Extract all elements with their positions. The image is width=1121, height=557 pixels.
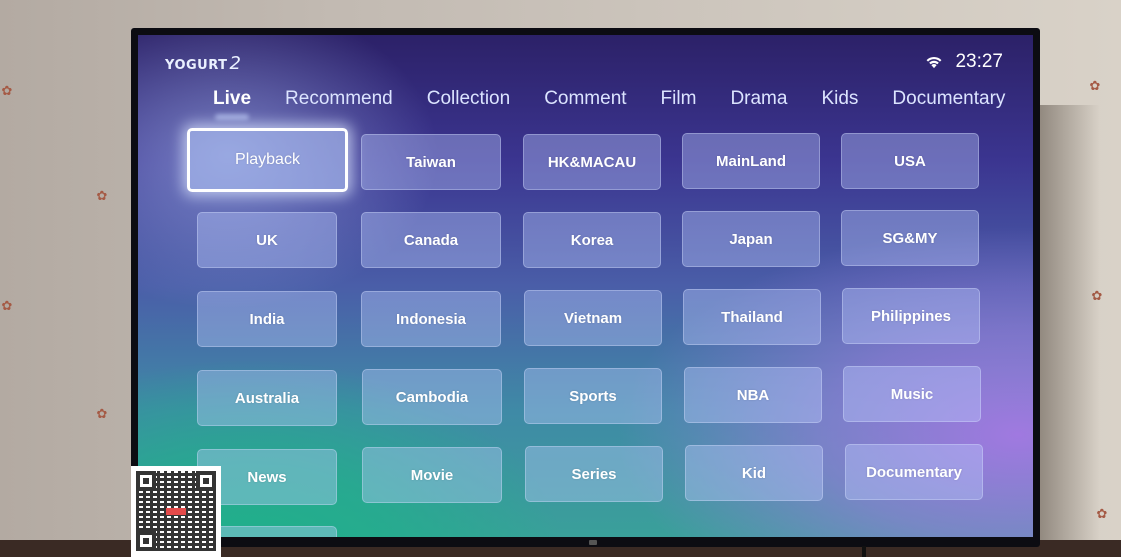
tile-india[interactable]: India <box>197 291 337 347</box>
tab-drama[interactable]: Drama <box>730 88 787 110</box>
tab-collection[interactable]: Collection <box>427 88 510 110</box>
tile-music[interactable]: Music <box>843 366 981 422</box>
logo-number: 2 <box>229 53 242 74</box>
tile-indonesia[interactable]: Indonesia <box>361 291 501 347</box>
wallpaper-motif: ✿ <box>1 83 13 98</box>
app-logo: YOGURT 2 <box>165 53 241 74</box>
tv-stand <box>862 546 866 557</box>
tile-usa[interactable]: USA <box>841 133 979 189</box>
tab-film[interactable]: Film <box>661 88 697 110</box>
tile-vietnam[interactable]: Vietnam <box>524 290 662 346</box>
wallpaper-motif: ✿ <box>1 298 13 313</box>
tv-frame: YOGURT 2 23:27 Live Recommend Collection … <box>131 28 1040 547</box>
tab-comment[interactable]: Comment <box>544 88 626 110</box>
category-tabs: Live Recommend Collection Comment Film D… <box>213 88 1033 110</box>
tile-cambodia[interactable]: Cambodia <box>362 369 502 425</box>
tile-australia[interactable]: Australia <box>197 370 337 426</box>
tile-mainland[interactable]: MainLand <box>682 133 820 189</box>
tile-korea[interactable]: Korea <box>523 212 661 268</box>
tab-kids[interactable]: Kids <box>821 88 858 110</box>
tile-series[interactable]: Series <box>525 446 663 502</box>
tile-documentary[interactable]: Documentary <box>845 444 983 500</box>
tile-taiwan[interactable]: Taiwan <box>361 134 501 190</box>
tab-recommend[interactable]: Recommend <box>285 88 393 110</box>
logo-text: YOGURT <box>165 58 228 73</box>
qr-code-overlay <box>131 466 221 557</box>
tile-japan[interactable]: Japan <box>682 211 820 267</box>
wallpaper-motif: ✿ <box>96 406 108 421</box>
channel-category-grid: Playback Taiwan HK&MACAU MainLand USA UK… <box>187 128 987 537</box>
qr-code-icon <box>136 471 216 551</box>
tile-thailand[interactable]: Thailand <box>683 289 821 345</box>
tile-sg-my[interactable]: SG&MY <box>841 210 979 266</box>
wallpaper-motif: ✿ <box>96 188 108 203</box>
tile-nba[interactable]: NBA <box>684 367 822 423</box>
tab-documentary[interactable]: Documentary <box>892 88 1005 110</box>
tile-sports[interactable]: Sports <box>524 368 662 424</box>
tab-live[interactable]: Live <box>213 88 251 110</box>
tile-kid[interactable]: Kid <box>685 445 823 501</box>
status-bar: 23:27 <box>925 51 1003 73</box>
tile-philippines[interactable]: Philippines <box>842 288 980 344</box>
tv-shadow <box>1040 105 1100 545</box>
tile-hk-macau[interactable]: HK&MACAU <box>523 134 661 190</box>
tv-screen: YOGURT 2 23:27 Live Recommend Collection … <box>138 35 1033 537</box>
tile-playback[interactable]: Playback <box>187 128 348 192</box>
tv-brand-logo <box>589 540 597 545</box>
wallpaper-motif: ✿ <box>1089 78 1101 93</box>
tile-uk[interactable]: UK <box>197 212 337 268</box>
wifi-icon <box>927 56 942 69</box>
clock: 23:27 <box>955 51 1003 72</box>
tile-movie[interactable]: Movie <box>362 447 502 503</box>
tile-canada[interactable]: Canada <box>361 212 501 268</box>
